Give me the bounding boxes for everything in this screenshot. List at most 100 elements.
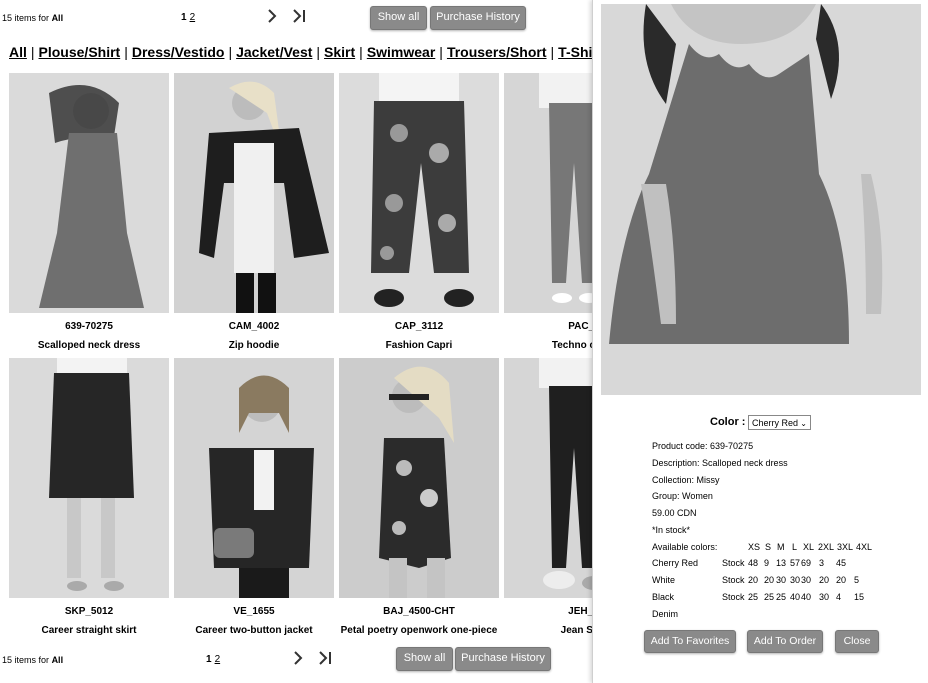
color-select[interactable]: Cherry Red ⌄	[748, 415, 811, 430]
size-label: 2XL	[818, 542, 835, 552]
close-button[interactable]: Close	[835, 630, 879, 653]
stock-value: 30	[801, 575, 812, 585]
chevron-down-icon: ⌄	[800, 419, 807, 428]
page-current: 1	[181, 12, 187, 23]
product-detail-panel: Color : Cherry Red ⌄ Product code: 639-7…	[592, 0, 928, 683]
stock-value: 20	[819, 575, 830, 585]
item-count-text: items for	[14, 655, 50, 665]
add-to-order-button[interactable]: Add To Order	[747, 630, 823, 653]
last-page-icon[interactable]	[293, 9, 307, 27]
price-text: 59.00 CDN	[652, 508, 697, 518]
size-header: XS S M L XL 2XL 3XL 4XL	[748, 542, 874, 552]
product-name: Zip hoodie	[228, 340, 280, 351]
stock-value: 30	[776, 575, 787, 585]
stock-value: 20	[836, 575, 847, 585]
product-large-image	[601, 4, 921, 395]
product-image[interactable]	[174, 73, 334, 313]
category-separator: |	[124, 44, 128, 60]
stock-value: 48	[748, 558, 759, 568]
show-all-button[interactable]: Show all	[396, 647, 453, 671]
group-text: Group: Women	[652, 491, 713, 501]
stock-value: 3	[819, 558, 825, 568]
color-row-stock: Stock 25 25 25 4040 30 4 15	[722, 592, 870, 602]
item-count-number: 15	[2, 655, 13, 665]
item-count: 15 items for All	[2, 13, 63, 23]
size-label: XS	[748, 542, 761, 552]
item-count-filter: All	[51, 13, 64, 23]
purchase-history-button[interactable]: Purchase History	[455, 647, 551, 671]
product-name: Petal poetry openwork one-piece	[340, 625, 498, 636]
page-link-2[interactable]: 2	[215, 654, 221, 665]
stock-value: 40	[801, 592, 812, 602]
category-separator: |	[550, 44, 555, 60]
item-count-filter: All	[51, 655, 64, 665]
chevron-right-icon[interactable]	[293, 651, 303, 669]
show-all-button[interactable]: Show all	[370, 6, 427, 30]
add-to-favorites-button[interactable]: Add To Favorites	[644, 630, 736, 653]
product-name: Fashion Capri	[385, 340, 453, 351]
product-name: Career two-button jacket	[195, 625, 313, 636]
stock-value: 4	[836, 592, 842, 602]
category-all[interactable]: All	[9, 44, 27, 60]
size-label: M	[777, 542, 785, 552]
category-skirt[interactable]: Skirt	[324, 44, 355, 60]
color-row-stock: Stock 48 9 13 5769 3 45	[722, 558, 870, 568]
size-label: 3XL	[837, 542, 854, 552]
stock-value: 13	[776, 558, 787, 568]
size-label: S	[765, 542, 772, 552]
product-code: BAJ_4500-CHT	[383, 606, 455, 617]
item-count-bottom: 15 items for All	[2, 655, 63, 665]
color-label: Color :	[710, 416, 746, 428]
category-dress[interactable]: Dress/Vestido	[132, 44, 225, 60]
color-row-name: Denim	[652, 609, 679, 619]
category-trousers-short[interactable]: Trousers/Short	[447, 44, 547, 60]
category-swimwear[interactable]: Swimwear	[367, 44, 435, 60]
chevron-right-icon[interactable]	[267, 9, 277, 27]
stock-value: 30	[819, 592, 830, 602]
category-separator: |	[359, 44, 363, 60]
stock-value: 57	[790, 558, 801, 568]
product-card[interactable]: VE_1655 Career two-button jacket	[174, 358, 334, 636]
stock-label: Stock	[722, 592, 745, 602]
product-image[interactable]	[339, 73, 499, 313]
stock-value: 45	[836, 558, 847, 568]
stock-label: Stock	[722, 558, 745, 568]
item-count-number: 15	[2, 13, 13, 23]
color-row-name: White	[652, 575, 676, 585]
category-jacket-vest[interactable]: Jacket/Vest	[236, 44, 312, 60]
product-image[interactable]	[9, 73, 169, 313]
product-card[interactable]: SKP_5012 Career straight skirt	[9, 358, 169, 636]
stock-value: 15	[854, 592, 865, 602]
product-code: 639-70275	[65, 321, 113, 332]
last-page-icon[interactable]	[319, 651, 333, 669]
stock-value: 40	[790, 592, 801, 602]
stock-label: Stock	[722, 575, 745, 585]
product-code: CAM_4002	[228, 321, 280, 332]
stock-note: *In stock*	[652, 525, 691, 535]
product-image[interactable]	[174, 358, 334, 598]
color-row-name: Cherry Red	[652, 558, 699, 568]
category-separator: |	[316, 44, 321, 60]
page-link-2[interactable]: 2	[190, 12, 196, 23]
collection-text: Collection: Missy	[652, 475, 720, 485]
stock-value: 9	[764, 558, 770, 568]
pagination: 12	[181, 12, 195, 23]
category-nav: All | Plouse/Shirt | Dress/Vestido | Jacket/Ve…	[9, 44, 603, 60]
purchase-history-button[interactable]: Purchase History	[430, 6, 526, 30]
category-blouse-shirt[interactable]: Plouse/Shirt	[39, 44, 121, 60]
color-row-name: Black	[652, 592, 675, 602]
product-image[interactable]	[9, 358, 169, 598]
product-code: SKP_5012	[64, 606, 114, 617]
product-code: CAP_3112	[394, 321, 444, 332]
stock-value: 25	[776, 592, 787, 602]
stock-value: 25	[764, 592, 775, 602]
page-current: 1	[206, 654, 212, 665]
product-card[interactable]: CAP_3112 Fashion Capri	[339, 73, 499, 351]
size-label: XL	[803, 542, 815, 552]
product-card[interactable]: CAM_4002 Zip hoodie	[174, 73, 334, 351]
product-image[interactable]	[339, 358, 499, 598]
product-card[interactable]: 639-70275 Scalloped neck dress	[9, 73, 169, 351]
product-code: VE_1655	[233, 606, 275, 617]
color-select-value: Cherry Red	[752, 418, 799, 428]
product-card[interactable]: BAJ_4500-CHT Petal poetry openwork one-p…	[339, 358, 499, 636]
